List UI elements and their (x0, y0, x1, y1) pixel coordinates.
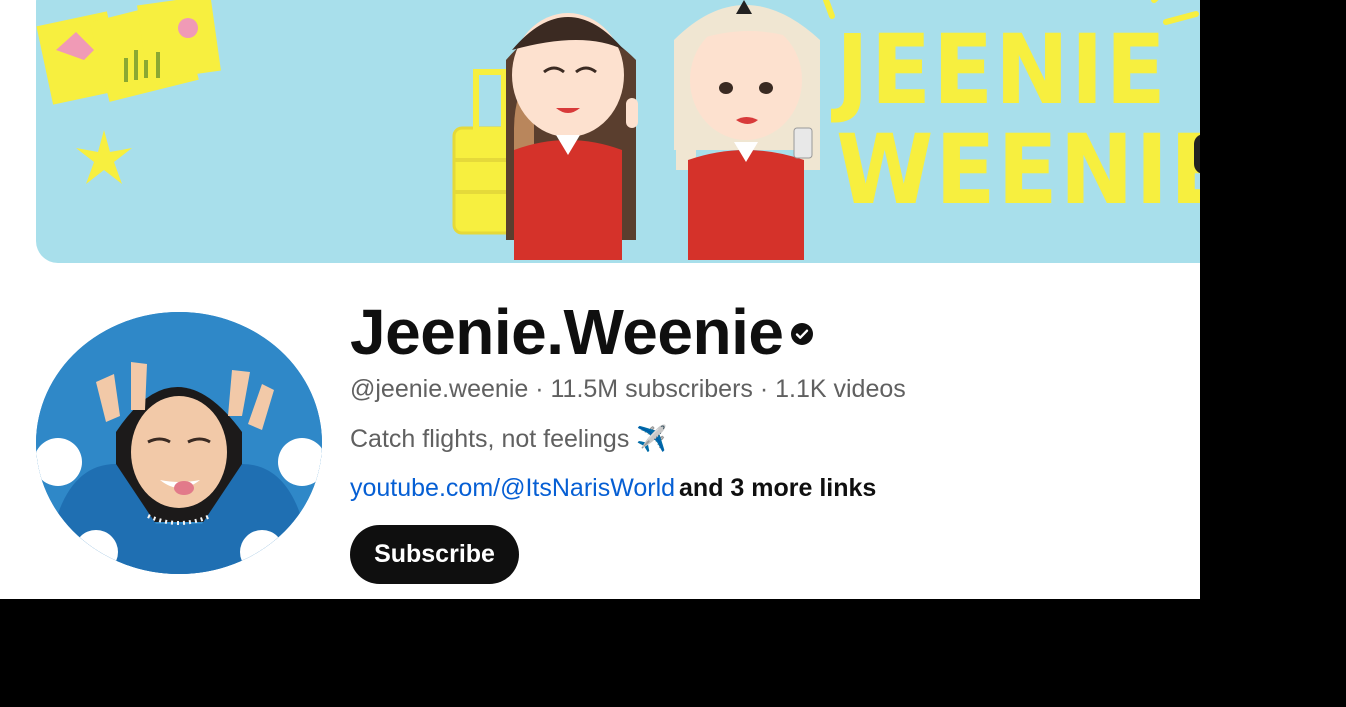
subscriber-count: 11.5M subscribers (550, 375, 753, 403)
channel-page: JEENIE WEENIE Jeenie.Weenie @jeenie.ween… (0, 0, 1200, 599)
verified-check-icon (791, 323, 813, 345)
channel-links: youtube.com/@ItsNarisWorld and 3 more lin… (350, 474, 876, 503)
channel-avatar[interactable] (36, 312, 322, 574)
banner-title: JEENIE WEENIE (836, 14, 1200, 226)
meta-separator: · (752, 375, 776, 403)
channel-link[interactable]: youtube.com/@ItsNarisWorld (350, 474, 675, 502)
character-right (674, 0, 820, 260)
channel-banner: JEENIE WEENIE (36, 0, 1200, 263)
flower-doodle (76, 130, 132, 184)
banner-scroll-edge[interactable] (1194, 134, 1200, 174)
meta-separator: · (528, 375, 551, 403)
subscribe-button[interactable]: Subscribe (350, 525, 519, 584)
character-left (506, 13, 638, 260)
banner-title-line2: WEENIE (836, 114, 1200, 226)
banner-title-line1: JEENIE (836, 14, 1168, 126)
channel-meta: @jeenie.weenie · 11.5M subscribers · 1.1… (350, 375, 906, 404)
channel-handle: @jeenie.weenie (350, 375, 529, 403)
postcard-doodles (36, 0, 221, 105)
more-links-button[interactable]: and 3 more links (679, 474, 876, 502)
avatar-photo (36, 312, 322, 574)
channel-description[interactable]: Catch flights, not feelings ✈️ (350, 425, 667, 454)
channel-name: Jeenie.Weenie (350, 296, 784, 368)
video-count: 1.1K videos (775, 375, 906, 403)
